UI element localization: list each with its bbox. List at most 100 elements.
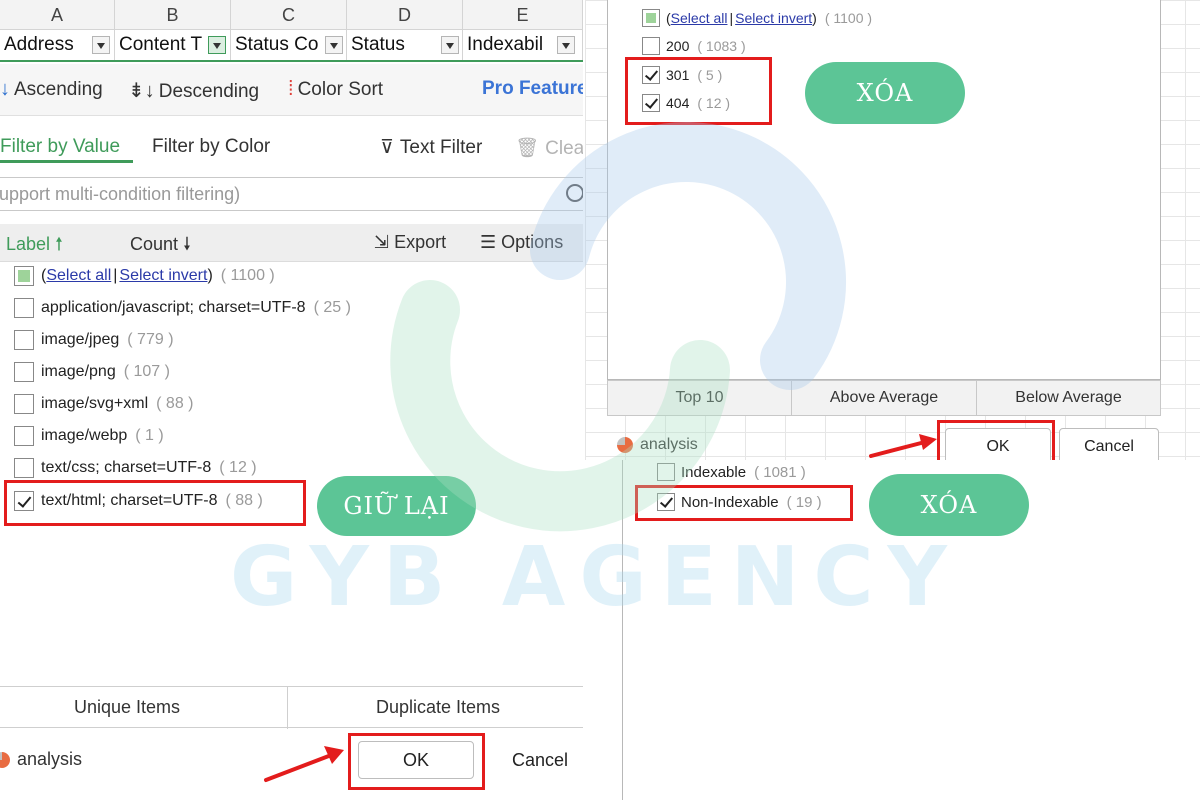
below-average-button[interactable]: Below Average: [977, 381, 1160, 415]
keep-badge: GIỮ LẠI: [317, 476, 476, 536]
select-separator: |: [113, 267, 118, 284]
sort-ascending-icon: ↓: [0, 78, 10, 100]
column-letter-b[interactable]: B: [115, 0, 231, 30]
list-item[interactable]: image/jpeg ( 779 ): [14, 327, 174, 353]
pie-chart-icon: [617, 437, 633, 453]
sort-descending-icon: ⇟↓: [128, 80, 155, 102]
list-item[interactable]: 200 ( 1083 ): [642, 34, 746, 58]
cancel-button[interactable]: Cancel: [1059, 428, 1159, 460]
delete-badge: XÓA: [869, 474, 1029, 536]
pro-feature-link[interactable]: Pro Feature: [482, 78, 583, 100]
statistic-filter-row: Top 10 Above Average Below Average: [607, 380, 1161, 416]
top-10-button[interactable]: Top 10: [608, 381, 792, 415]
analysis-button[interactable]: analysis: [0, 749, 82, 770]
label-header-text: Label: [6, 234, 51, 254]
item-label: image/svg+xml: [41, 395, 149, 412]
analysis-button[interactable]: analysis: [617, 436, 698, 454]
arrow-icon: [264, 746, 344, 782]
select-all-checkbox[interactable]: [14, 266, 34, 286]
item-checkbox[interactable]: [14, 362, 34, 382]
color-sort-icon: ⁞: [288, 78, 294, 100]
text-filter-label: Text Filter: [399, 137, 483, 158]
column-letter-e[interactable]: E: [463, 0, 583, 30]
item-count: ( 12 ): [219, 459, 257, 476]
list-item[interactable]: image/webp ( 1 ): [14, 423, 164, 449]
list-item[interactable]: Indexable ( 1081 ): [657, 460, 806, 484]
item-label: Indexable: [681, 463, 747, 481]
paren-close: ): [812, 10, 817, 26]
column-letter-a[interactable]: A: [0, 0, 115, 30]
list-item[interactable]: text/css; charset=UTF-8 ( 12 ): [14, 455, 257, 481]
tab-duplicate-items[interactable]: Duplicate Items: [376, 697, 500, 718]
column-letter-d[interactable]: D: [347, 0, 463, 30]
item-checkbox[interactable]: [14, 426, 34, 446]
bottom-tab-bar: Unique Items Duplicate Items: [0, 686, 583, 729]
highlight-box: [348, 733, 485, 790]
dropdown-status-code-button[interactable]: [325, 36, 343, 54]
column-letter-bar: A B C D E: [0, 0, 583, 30]
delete-badge: XÓA: [805, 62, 965, 124]
item-count: ( 1083 ): [697, 38, 746, 54]
text-filter-button[interactable]: ⊽ Text Filter: [380, 136, 482, 159]
tab-filter-by-color[interactable]: Filter by Color: [152, 136, 270, 158]
item-count: ( 779 ): [127, 331, 174, 348]
highlight-box: [635, 485, 853, 521]
sort-ascending-button[interactable]: ↓ Ascending: [0, 78, 103, 101]
tab-filter-by-value[interactable]: Filter by Value: [0, 136, 120, 158]
color-sort-button[interactable]: ⁞ Color Sort: [288, 78, 383, 101]
options-label: Options: [501, 232, 564, 252]
options-button[interactable]: ☰ Options: [480, 232, 563, 253]
sort-descending-button[interactable]: ⇟↓ Descending: [128, 78, 259, 103]
select-invert-link[interactable]: Select invert: [119, 267, 207, 285]
export-label: Export: [394, 232, 447, 252]
item-label: application/javascript; charset=UTF-8: [41, 299, 306, 316]
item-checkbox[interactable]: [642, 37, 660, 55]
select-all-link[interactable]: Select all: [671, 10, 728, 26]
list-item[interactable]: image/png ( 107 ): [14, 359, 170, 385]
item-label: image/jpeg: [41, 331, 120, 348]
dropdown-status-button[interactable]: [441, 36, 459, 54]
column-header-row: Address Content T Status Co Status Index…: [0, 30, 583, 62]
status-code-filter-panel: (Select all | Select invert) ( 1100 ) 200 (…: [585, 0, 1200, 460]
sort-by-label-button[interactable]: Label 🠕: [6, 232, 63, 262]
search-icon[interactable]: [566, 184, 583, 202]
select-all-count: ( 1100 ): [220, 267, 275, 284]
highlight-box: [4, 480, 306, 526]
item-count: ( 1 ): [135, 427, 164, 444]
paren-close: ): [207, 267, 213, 284]
item-label: 200: [666, 38, 690, 54]
dropdown-content-type-button[interactable]: [208, 36, 226, 54]
trash-icon: 🗑: [515, 138, 540, 159]
active-tab-underline: [0, 160, 133, 163]
dropdown-address-button[interactable]: [92, 36, 110, 54]
sort-descending-label: Descending: [158, 81, 260, 102]
item-checkbox[interactable]: [14, 394, 34, 414]
sort-ascending-label: Ascending: [14, 79, 103, 100]
item-checkbox[interactable]: [657, 463, 675, 481]
search-placeholder: upport multi-condition filtering): [0, 184, 241, 204]
count-header-text: Count: [130, 234, 179, 254]
item-label: text/css; charset=UTF-8: [41, 459, 212, 476]
sort-toolbar: ↓ Ascending ⇟↓ Descending ⁞ Color Sort Pro …: [0, 64, 583, 116]
filter-search-input[interactable]: upport multi-condition filtering): [0, 177, 583, 211]
sort-by-count-button[interactable]: Count 🠗: [130, 232, 191, 262]
clear-button[interactable]: 🗑 Clea: [515, 136, 583, 160]
tab-divider: [287, 687, 288, 729]
item-checkbox[interactable]: [14, 458, 34, 478]
above-average-button[interactable]: Above Average: [792, 381, 977, 415]
item-checkbox[interactable]: [14, 330, 34, 350]
item-checkbox[interactable]: [14, 298, 34, 318]
select-all-link[interactable]: Select all: [46, 267, 111, 285]
text-filter-icon: ⊽: [380, 137, 394, 158]
list-item[interactable]: application/javascript; charset=UTF-8 ( 2…: [14, 295, 351, 321]
export-button[interactable]: ⇲ Export: [374, 232, 446, 253]
column-letter-c[interactable]: C: [231, 0, 347, 30]
tab-unique-items[interactable]: Unique Items: [74, 697, 180, 718]
select-all-checkbox[interactable]: [642, 9, 660, 27]
cancel-button[interactable]: Cancel: [490, 741, 583, 779]
list-item[interactable]: image/svg+xml ( 88 ): [14, 391, 194, 417]
select-invert-link[interactable]: Select invert: [735, 10, 812, 26]
dropdown-indexability-button[interactable]: [557, 36, 575, 54]
item-label: image/png: [41, 363, 116, 380]
select-separator: |: [729, 10, 734, 26]
